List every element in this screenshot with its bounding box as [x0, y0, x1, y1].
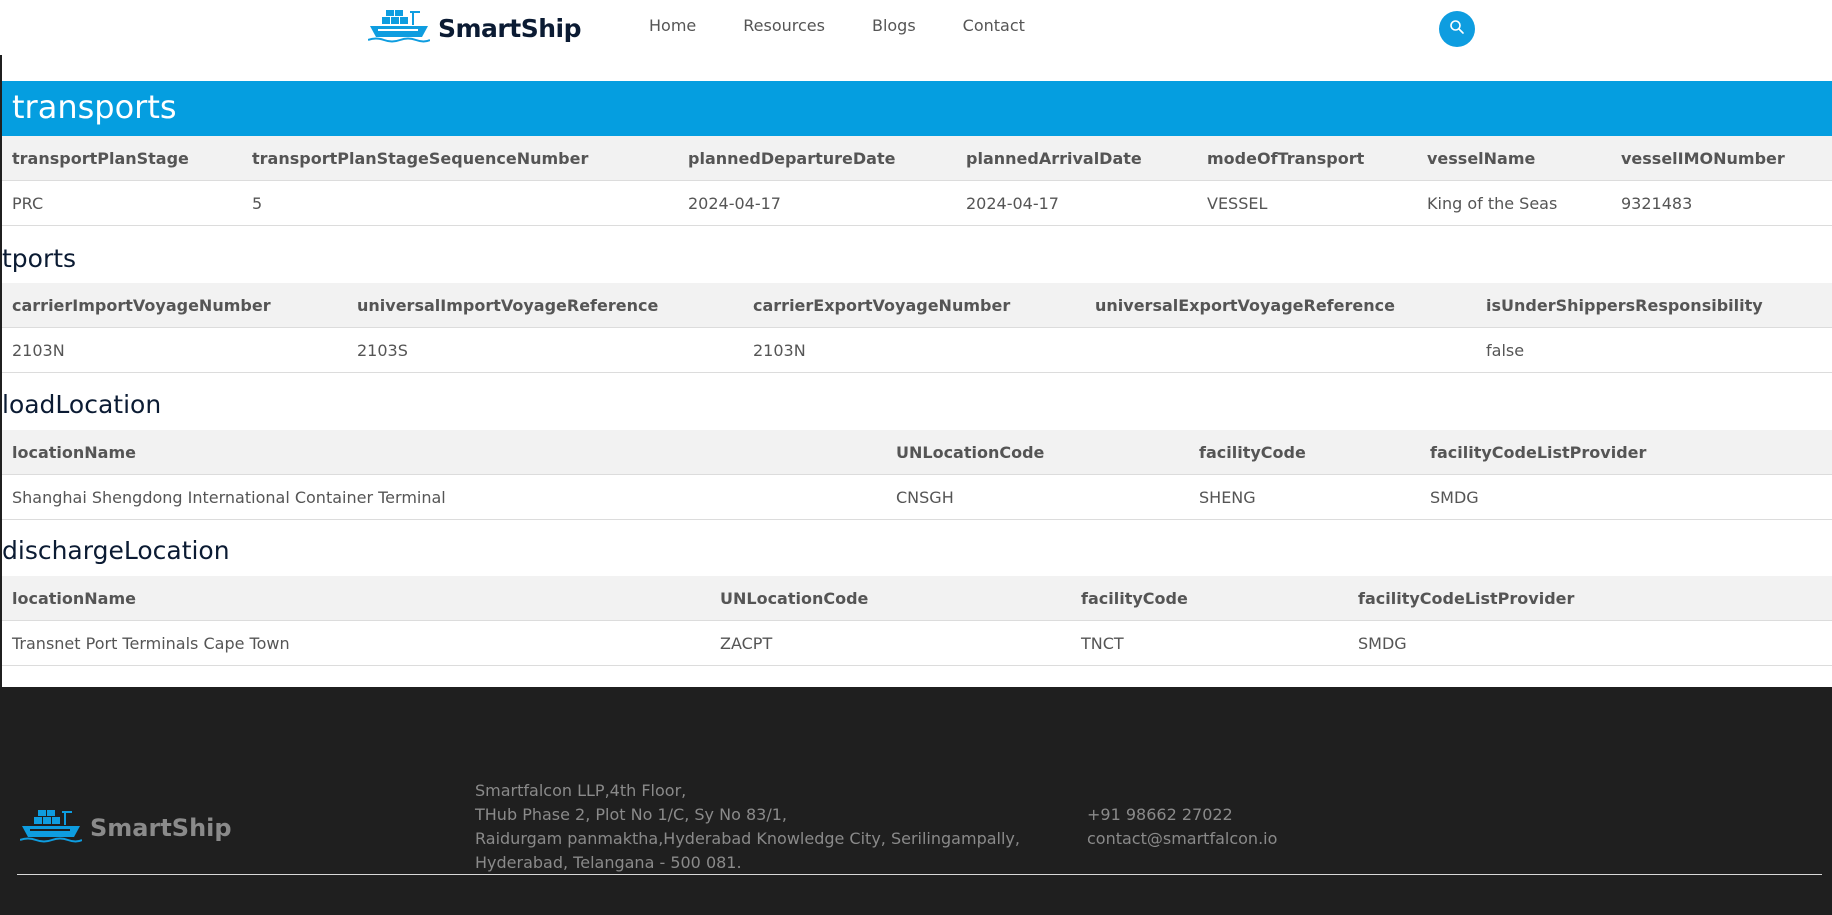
- column-header: modeOfTransport: [1197, 136, 1417, 181]
- address-line: Smartfalcon LLP,4th Floor,: [475, 781, 687, 800]
- column-header: universalImportVoyageReference: [347, 283, 743, 328]
- section-title: dischargeLocation: [2, 536, 230, 565]
- brand-logo[interactable]: SmartShip: [367, 9, 581, 47]
- table-cell: CNSGH: [886, 474, 1189, 520]
- table-header-row: locationName UNLocationCode facilityCode…: [2, 430, 1832, 475]
- table-row: 2103N 2103S 2103N false: [2, 327, 1832, 373]
- address-line: Hyderabad, Telangana - 500 081.: [475, 853, 742, 872]
- column-header: plannedDepartureDate: [678, 136, 956, 181]
- column-header: facilityCodeListProvider: [1348, 576, 1832, 621]
- nav-contact[interactable]: Contact: [963, 16, 1025, 35]
- table-row: PRC 5 2024-04-17 2024-04-17 VESSEL King …: [2, 180, 1832, 226]
- page-title: transports: [12, 88, 177, 126]
- column-header: transportPlanStage: [2, 136, 242, 181]
- table-cell: SMDG: [1348, 620, 1832, 666]
- column-header: carrierImportVoyageNumber: [2, 283, 347, 328]
- table-cell: VESSEL: [1197, 180, 1417, 226]
- top-navbar: SmartShip Home Resources Blogs Contact: [0, 0, 1832, 55]
- nav-home[interactable]: Home: [649, 16, 696, 35]
- main-nav: Home Resources Blogs Contact: [649, 16, 1072, 35]
- column-header: plannedArrivalDate: [956, 136, 1197, 181]
- column-header: vesselIMONumber: [1611, 136, 1832, 181]
- transports-table: transportPlanStage transportPlanStageSeq…: [2, 136, 1832, 226]
- column-header: universalExportVoyageReference: [1085, 283, 1476, 328]
- table-cell: 2024-04-17: [678, 180, 956, 226]
- table-row: Transnet Port Terminals Cape Town ZACPT …: [2, 620, 1832, 666]
- search-icon: [1449, 19, 1465, 39]
- page-banner: transports: [2, 81, 1832, 136]
- footer-brand[interactable]: SmartShip: [19, 809, 232, 847]
- footer-contact: +91 98662 27022 contact@smartfalcon.io: [1087, 803, 1277, 851]
- section-title: tports: [2, 244, 77, 273]
- nav-blogs[interactable]: Blogs: [872, 16, 916, 35]
- footer-divider: [17, 874, 1822, 875]
- column-header: vesselName: [1417, 136, 1611, 181]
- table-cell: PRC: [2, 180, 242, 226]
- address-line: THub Phase 2, Plot No 1/C, Sy No 83/1,: [475, 805, 787, 824]
- table-header-row: carrierImportVoyageNumber universalImpor…: [2, 283, 1832, 328]
- brand-name: SmartShip: [438, 13, 581, 43]
- column-header: locationName: [2, 576, 710, 621]
- table-cell: King of the Seas: [1417, 180, 1611, 226]
- table-cell: 2103N: [2, 327, 347, 373]
- discharge-location-table: locationName UNLocationCode facilityCode…: [2, 576, 1832, 666]
- footer-address: Smartfalcon LLP,4th Floor, THub Phase 2,…: [475, 779, 1020, 875]
- column-header: transportPlanStageSequenceNumber: [242, 136, 678, 181]
- table-cell: SMDG: [1420, 474, 1832, 520]
- table-cell: TNCT: [1071, 620, 1348, 666]
- ship-logo-icon: [19, 809, 83, 847]
- table-cell: 5: [242, 180, 678, 226]
- column-header: isUnderShippersResponsibility: [1476, 283, 1832, 328]
- table-cell: Transnet Port Terminals Cape Town: [2, 620, 710, 666]
- search-button[interactable]: [1439, 11, 1475, 47]
- column-header: facilityCodeListProvider: [1420, 430, 1832, 475]
- table-cell: ZACPT: [710, 620, 1071, 666]
- column-header: carrierExportVoyageNumber: [743, 283, 1085, 328]
- table-cell: [1085, 327, 1476, 373]
- table-cell: SHENG: [1189, 474, 1420, 520]
- site-footer: SmartShip Smartfalcon LLP,4th Floor, THu…: [0, 687, 1832, 915]
- column-header: facilityCode: [1189, 430, 1420, 475]
- table-header-row: transportPlanStage transportPlanStageSeq…: [2, 136, 1832, 181]
- address-line: Raidurgam panmaktha,Hyderabad Knowledge …: [475, 829, 1020, 848]
- table-cell: false: [1476, 327, 1832, 373]
- nav-resources[interactable]: Resources: [743, 16, 825, 35]
- table-cell: Shanghai Shengdong International Contain…: [2, 474, 886, 520]
- table-row: Shanghai Shengdong International Contain…: [2, 474, 1832, 520]
- voyage-table: carrierImportVoyageNumber universalImpor…: [2, 283, 1832, 373]
- footer-phone[interactable]: +91 98662 27022: [1087, 803, 1277, 827]
- column-header: facilityCode: [1071, 576, 1348, 621]
- table-header-row: locationName UNLocationCode facilityCode…: [2, 576, 1832, 621]
- table-cell: 9321483: [1611, 180, 1832, 226]
- footer-brand-name: SmartShip: [90, 814, 232, 842]
- footer-email[interactable]: contact@smartfalcon.io: [1087, 827, 1277, 851]
- column-header: UNLocationCode: [710, 576, 1071, 621]
- table-cell: 2024-04-17: [956, 180, 1197, 226]
- column-header: locationName: [2, 430, 886, 475]
- table-cell: 2103S: [347, 327, 743, 373]
- section-title: loadLocation: [2, 390, 162, 419]
- column-header: UNLocationCode: [886, 430, 1189, 475]
- table-cell: 2103N: [743, 327, 1085, 373]
- load-location-table: locationName UNLocationCode facilityCode…: [2, 430, 1832, 520]
- ship-logo-icon: [367, 9, 431, 47]
